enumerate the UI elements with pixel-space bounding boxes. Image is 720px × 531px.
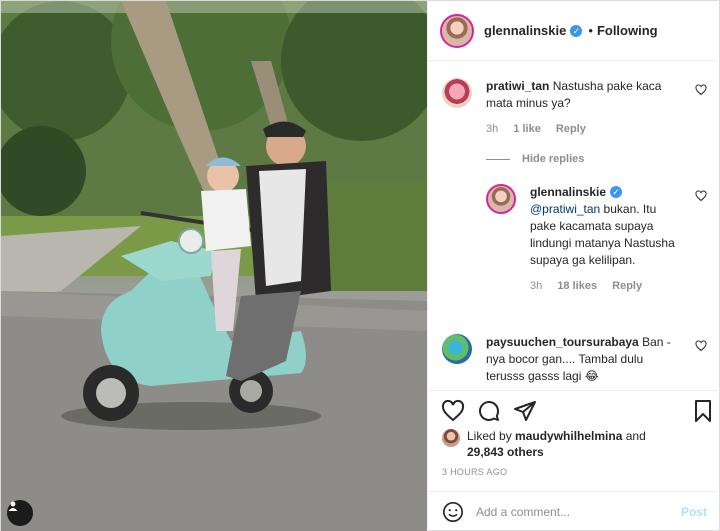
reply-mention[interactable]: @pratiwi_tan	[530, 202, 600, 216]
comment-username[interactable]: pratiwi_tan	[486, 79, 549, 93]
reply-meta: 3h 18 likes Reply	[530, 278, 685, 295]
commenter-avatar[interactable]	[442, 334, 472, 364]
tagged-user-icon[interactable]	[7, 500, 33, 526]
comment-item: pratiwi_tan Nastusha pake kaca mata minu…	[442, 78, 707, 138]
bookmark-icon[interactable]	[691, 399, 715, 423]
owner-avatar[interactable]	[440, 13, 474, 48]
comment-item: paysuuchen_toursurabaya Ban - nya bocor …	[442, 334, 707, 385]
action-bar	[428, 390, 720, 430]
hide-replies-line	[486, 158, 510, 160]
post-modal: glennalinskie ✓ • Following pratiwi_tan …	[0, 0, 720, 531]
reply-reply-button[interactable]: Reply	[612, 280, 642, 292]
liked-by-prefix: Liked by	[467, 429, 516, 443]
reply-likes[interactable]: 18 likes	[557, 280, 597, 292]
comment-time[interactable]: 3h	[486, 123, 498, 135]
hide-replies-label: Hide replies	[522, 153, 585, 165]
heart-icon[interactable]	[695, 84, 707, 96]
reply-avatar[interactable]	[486, 184, 516, 214]
comment-username[interactable]: paysuuchen_toursurabaya	[486, 335, 639, 349]
comment-input[interactable]	[476, 505, 681, 519]
liker-username[interactable]: maudywhilhelmina	[515, 429, 622, 443]
share-icon[interactable]	[513, 399, 537, 423]
post-time[interactable]: 3 HOURS AGO	[442, 467, 507, 477]
verified-icon: ✓	[570, 24, 583, 37]
verified-icon: ✓	[610, 186, 623, 198]
owner-username[interactable]: glennalinskie	[484, 23, 566, 38]
reply-username[interactable]: glennalinskie	[530, 185, 606, 199]
commenter-avatar[interactable]	[442, 78, 472, 108]
post-header: glennalinskie ✓ • Following	[428, 1, 720, 61]
heart-icon[interactable]	[695, 190, 707, 202]
comments-list[interactable]: pratiwi_tan Nastusha pake kaca mata minu…	[428, 62, 720, 389]
hide-replies-button[interactable]: Hide replies	[486, 153, 584, 165]
post-button[interactable]: Post	[681, 505, 707, 519]
reply-item: glennalinskie ✓ @pratiwi_tan bukan. Itu p…	[486, 184, 707, 295]
post-sidebar: glennalinskie ✓ • Following pratiwi_tan …	[427, 1, 720, 531]
liked-by-and: and	[622, 429, 646, 443]
comment-icon[interactable]	[477, 399, 501, 423]
add-comment-bar: Post	[428, 491, 720, 531]
emoji-icon[interactable]	[442, 501, 464, 523]
likes-count[interactable]: 29,843 others	[467, 445, 544, 459]
header-separator: •	[588, 23, 593, 38]
comment-likes[interactable]: 1 like	[513, 123, 541, 135]
heart-icon[interactable]	[441, 399, 465, 423]
reply-button[interactable]: Reply	[556, 123, 586, 135]
following-button[interactable]: Following	[597, 23, 658, 38]
comment-meta: 3h 1 like Reply	[486, 121, 685, 138]
photo-illustration	[1, 1, 427, 531]
heart-icon[interactable]	[695, 340, 707, 352]
liker-avatar[interactable]	[442, 429, 460, 447]
liked-by: Liked by maudywhilhelmina and 29,843 oth…	[442, 428, 707, 460]
post-photo[interactable]	[1, 1, 427, 531]
reply-time[interactable]: 3h	[530, 280, 542, 292]
